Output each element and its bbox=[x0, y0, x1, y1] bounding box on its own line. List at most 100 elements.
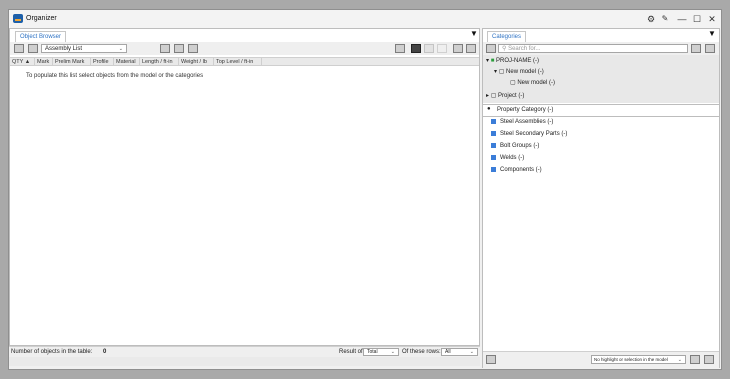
category-item-components[interactable]: Components (-) bbox=[491, 165, 542, 175]
column-layout-icon[interactable] bbox=[160, 44, 170, 53]
steel-assemblies-icon bbox=[491, 118, 496, 124]
summary-cell bbox=[34, 357, 53, 366]
tree-item-label: PROJ-NAME (-) bbox=[495, 58, 539, 64]
summary-cell bbox=[139, 357, 179, 366]
window-title: Organizer bbox=[26, 15, 57, 22]
highlight-mode-value: No highlight or selection in the model bbox=[594, 357, 668, 362]
category-label: Components (-) bbox=[500, 167, 542, 173]
toggle-icon[interactable] bbox=[424, 44, 434, 53]
collapse-icon[interactable] bbox=[14, 44, 24, 53]
tree-item-project[interactable]: ▸ ▢ Project (-) bbox=[486, 91, 524, 101]
column-header-mark[interactable]: Mark bbox=[35, 58, 53, 66]
empty-table-message: To populate this list select objects fro… bbox=[26, 73, 204, 79]
eject-icon[interactable] bbox=[704, 355, 714, 364]
app-logo-icon bbox=[13, 14, 23, 23]
settings-gear-icon[interactable]: ⚙ bbox=[645, 13, 657, 25]
chevron-down-icon: ⌄ bbox=[677, 357, 682, 363]
welds-icon bbox=[491, 154, 496, 160]
result-of-label: Result of: bbox=[339, 349, 365, 355]
rows-select[interactable]: All ⌄ bbox=[441, 348, 478, 356]
category-item-steel-assemblies[interactable]: Steel Assemblies (-) bbox=[491, 117, 553, 127]
object-count-label: Number of objects in the table: bbox=[11, 349, 93, 355]
tree-item-project-root[interactable]: ▾ ■ PROJ-NAME (-) bbox=[486, 56, 539, 66]
list-type-select[interactable]: Assembly List ⌄ bbox=[41, 44, 127, 53]
collapsed-arrow-icon: ▸ bbox=[486, 93, 490, 99]
title-bar: Organizer ⚙ ✎ — ☐ ✕ bbox=[9, 10, 721, 29]
add-category-icon[interactable] bbox=[691, 44, 701, 53]
column-header-qty[interactable]: QTY ▲ bbox=[10, 58, 35, 66]
object-count-value: 0 bbox=[103, 349, 107, 355]
rows-value: All bbox=[445, 349, 451, 355]
components-icon bbox=[491, 166, 496, 172]
categories-menu-button[interactable]: ▼ bbox=[708, 29, 716, 38]
summary-cell bbox=[213, 357, 262, 366]
tree-item-label: New model (-) bbox=[506, 69, 544, 75]
close-button[interactable]: ✕ bbox=[706, 13, 718, 25]
refresh-icon[interactable] bbox=[466, 44, 476, 53]
object-browser-menu-button[interactable]: ▼ bbox=[470, 29, 478, 38]
tree-panel: ▾ ■ PROJ-NAME (-) ▾ ▢ New model (-) ▢ Ne… bbox=[483, 55, 719, 103]
project-icon: ■ bbox=[490, 58, 495, 64]
list-type-value: Assembly List bbox=[45, 46, 83, 52]
pin-tool-icon[interactable] bbox=[28, 44, 38, 53]
fit-columns-icon[interactable] bbox=[188, 44, 198, 53]
result-of-select[interactable]: Total ⌄ bbox=[363, 348, 399, 356]
column-header-weight[interactable]: Weight / lb bbox=[179, 58, 214, 66]
column-header-length[interactable]: Length / ft-in bbox=[140, 58, 179, 66]
category-item-welds[interactable]: Welds (-) bbox=[491, 153, 524, 163]
result-of-value: Total bbox=[367, 349, 378, 355]
object-browser-pane: Object Browser ▼ Assembly List ⌄ QTY ▲ M… bbox=[9, 28, 480, 346]
collapse-icon[interactable] bbox=[486, 44, 496, 53]
secondary-parts-icon bbox=[491, 130, 496, 136]
summary-cell bbox=[52, 357, 91, 366]
bolt-groups-icon bbox=[491, 142, 496, 148]
list-menu-icon[interactable] bbox=[453, 44, 463, 53]
add-to-model-icon[interactable] bbox=[486, 355, 496, 364]
refresh-icon[interactable] bbox=[705, 44, 715, 53]
summary-cell bbox=[261, 357, 480, 366]
column-header-material[interactable]: Material bbox=[114, 58, 140, 66]
category-item-steel-secondary-parts[interactable]: Steel Secondary Parts (-) bbox=[491, 129, 567, 139]
tree-item-model[interactable]: ▾ ▢ New model (-) bbox=[494, 67, 544, 77]
table-header: QTY ▲ Mark Prelim Mark Profile Material … bbox=[10, 57, 479, 66]
chevron-down-icon: ⌄ bbox=[469, 349, 474, 355]
hierarchy-icon[interactable] bbox=[437, 44, 447, 53]
categories-toolbar: ⚲ Search for... bbox=[483, 42, 719, 55]
property-category-label: Property Category (-) bbox=[497, 107, 554, 113]
minimize-button[interactable]: — bbox=[676, 13, 688, 25]
maximize-button[interactable]: ☐ bbox=[691, 13, 703, 25]
category-label: Steel Secondary Parts (-) bbox=[500, 131, 568, 137]
search-input[interactable]: ⚲ Search for... bbox=[498, 44, 688, 53]
column-header-prelim-mark[interactable]: Prelim Mark bbox=[53, 58, 91, 66]
measure-icon[interactable] bbox=[395, 44, 405, 53]
column-header-profile[interactable]: Profile bbox=[91, 58, 114, 66]
chevron-down-icon: ⌄ bbox=[118, 46, 123, 52]
model-icon: ▢ bbox=[498, 69, 505, 75]
summary-cell bbox=[9, 357, 35, 366]
column-header-top-level[interactable]: Top Level / ft-in bbox=[214, 58, 262, 66]
categories-footer: No highlight or selection in the model ⌄ bbox=[483, 351, 719, 368]
property-category-header[interactable]: ● Property Category (-) bbox=[483, 104, 719, 117]
category-item-bolt-groups[interactable]: Bolt Groups (-) bbox=[491, 141, 539, 151]
table-view-icon[interactable] bbox=[174, 44, 184, 53]
rows-label: Of these rows: bbox=[402, 349, 441, 355]
category-label: Welds (-) bbox=[500, 155, 525, 161]
bullet-icon: ● bbox=[487, 106, 491, 112]
tree-item-label: Project (-) bbox=[498, 93, 525, 99]
category-label: Bolt Groups (-) bbox=[500, 143, 540, 149]
summary-cell bbox=[90, 357, 114, 366]
pin-icon[interactable]: ✎ bbox=[659, 13, 671, 25]
highlight-mode-select[interactable]: No highlight or selection in the model ⌄ bbox=[591, 355, 686, 364]
tree-item-model-child[interactable]: ▢ New model (-) bbox=[510, 78, 555, 88]
categories-pane: Categories ▼ ⚲ Search for... ▾ ■ PROJ-NA… bbox=[482, 28, 720, 368]
tree-item-label: New model (-) bbox=[517, 80, 556, 86]
category-label: Steel Assemblies (-) bbox=[500, 119, 554, 125]
chevron-down-icon: ⌄ bbox=[390, 349, 395, 355]
model-icon: ▢ bbox=[510, 80, 516, 86]
select-objects-icon[interactable] bbox=[690, 355, 700, 364]
expand-arrow-icon: ▾ bbox=[494, 69, 498, 75]
summary-cell bbox=[113, 357, 140, 366]
search-placeholder: Search for... bbox=[508, 46, 541, 52]
expand-arrow-icon: ▾ bbox=[486, 58, 490, 64]
text-style-icon[interactable] bbox=[411, 44, 421, 53]
